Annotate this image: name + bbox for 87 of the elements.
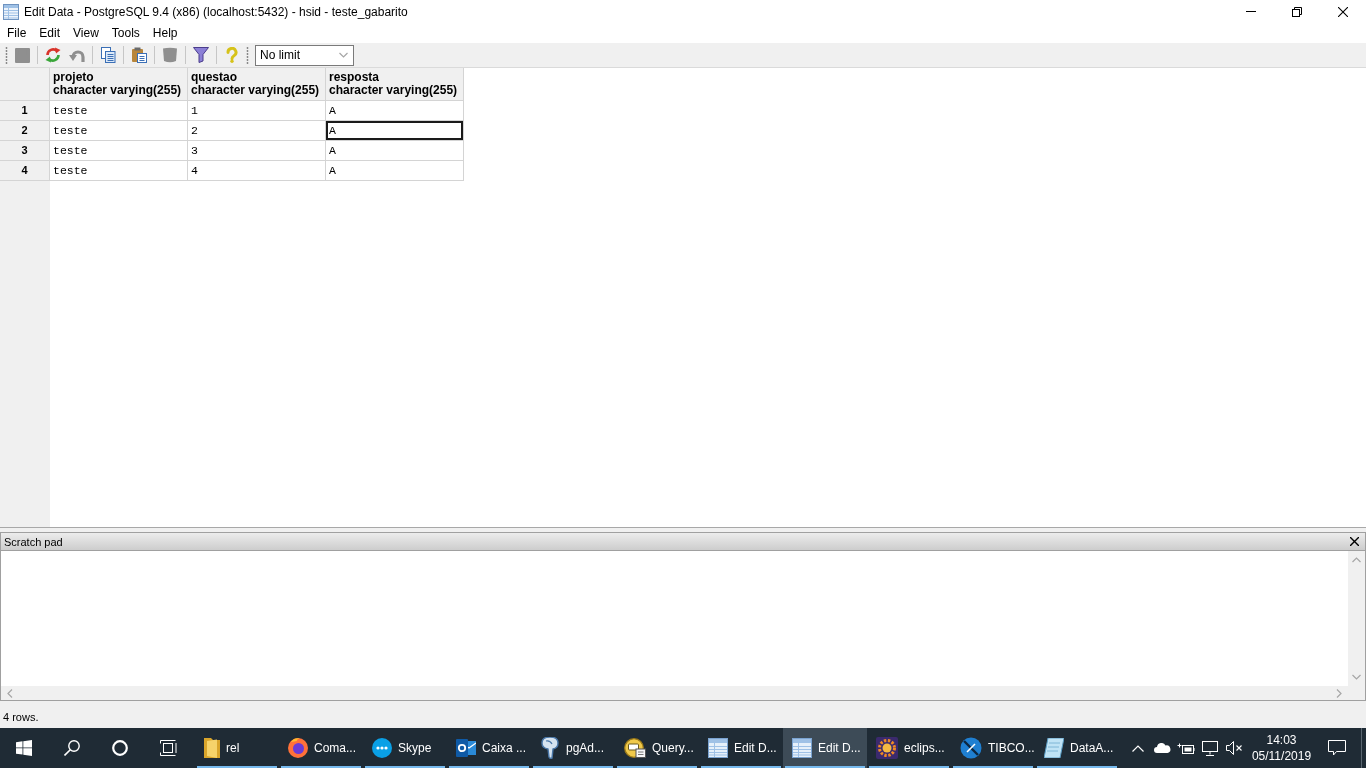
table-icon xyxy=(792,738,812,758)
taskbar-button[interactable]: rel xyxy=(195,728,279,768)
taskbar-button[interactable]: Skype xyxy=(363,728,447,768)
close-icon xyxy=(1338,6,1348,17)
funnel-icon xyxy=(193,47,209,63)
square-icon xyxy=(14,47,30,63)
mail-icon xyxy=(456,739,476,757)
row-header[interactable]: 4 xyxy=(0,161,50,181)
monitor-icon xyxy=(1202,740,1218,756)
chevron-left-icon xyxy=(7,688,13,698)
row-limit-dropdown[interactable]: No limit xyxy=(255,44,354,66)
restore-icon xyxy=(1292,6,1302,17)
close-button[interactable] xyxy=(1348,535,1361,548)
table-cell[interactable]: A xyxy=(326,161,464,181)
pin-icon xyxy=(540,737,560,759)
minimize-icon xyxy=(1246,11,1256,12)
bin-icon xyxy=(163,47,177,63)
table-cell[interactable]: teste xyxy=(50,141,188,161)
search-icon xyxy=(64,740,80,756)
clock-date[interactable]: 05/11/2019 xyxy=(1251,748,1312,764)
chevron-up-icon xyxy=(1352,557,1361,563)
chevron-up-icon xyxy=(1132,744,1144,752)
taskbar-button[interactable]: DataA... xyxy=(1035,728,1119,768)
notification-icon xyxy=(1328,740,1346,756)
column-type: character varying(255) xyxy=(329,84,458,97)
grip-icon[interactable] xyxy=(5,46,8,64)
chevron-down-icon xyxy=(1352,674,1361,680)
close-icon xyxy=(1350,537,1359,546)
table-cell[interactable]: 2 xyxy=(188,121,326,141)
chevron-right-icon xyxy=(1336,688,1342,698)
vertical-scrollbar[interactable] xyxy=(1348,551,1365,686)
sun-tile-icon xyxy=(876,737,898,759)
table-icon xyxy=(708,738,728,758)
table-cell[interactable]: A xyxy=(326,101,464,121)
window-title: Edit Data - PostgreSQL 9.4 (x86) (localhost:5432) - hsid - teste_gabarito xyxy=(24,4,408,19)
clipboard-icon xyxy=(131,47,147,63)
ringed-disc-icon xyxy=(288,738,308,758)
table-cell[interactable]: teste xyxy=(50,161,188,181)
row-header[interactable]: 3 xyxy=(0,141,50,161)
clock-time[interactable]: 14:03 xyxy=(1266,732,1297,748)
status-text: 4 rows. xyxy=(3,711,39,723)
table-cell[interactable]: A xyxy=(326,141,464,161)
battery-icon xyxy=(1177,742,1195,754)
taskbar-button[interactable]: Edit D... xyxy=(699,728,783,768)
column-name: questao xyxy=(191,71,237,84)
crossed-disc-icon xyxy=(960,737,982,759)
document-disc-icon xyxy=(624,738,646,758)
grip-icon[interactable] xyxy=(246,46,249,64)
column-name: projeto xyxy=(53,71,94,84)
taskbar-button[interactable]: Caixa ... xyxy=(447,728,531,768)
taskbar-button[interactable]: Coma... xyxy=(279,728,363,768)
notepad-icon xyxy=(1044,738,1064,758)
taskbar-button[interactable]: Query... xyxy=(615,728,699,768)
question-mark-icon xyxy=(226,47,238,63)
menu-item[interactable]: Help xyxy=(145,23,184,43)
refresh-icon xyxy=(45,47,61,63)
menu-item[interactable]: Tools xyxy=(104,23,146,43)
menu-item[interactable]: File xyxy=(0,23,33,43)
taskbar-button[interactable]: eclips... xyxy=(867,728,951,768)
copy-icon xyxy=(100,47,116,63)
chevron-down-icon xyxy=(339,52,348,58)
ring-icon xyxy=(112,740,128,756)
table-icon xyxy=(3,3,19,20)
row-header[interactable]: 2 xyxy=(0,121,50,141)
table-cell[interactable]: 3 xyxy=(188,141,326,161)
task-view-icon xyxy=(159,740,177,756)
taskbar-button[interactable]: TIBCO... xyxy=(951,728,1035,768)
taskbar-button[interactable]: pgAd... xyxy=(531,728,615,768)
row-header[interactable]: 1 xyxy=(0,101,50,121)
horizontal-scrollbar[interactable] xyxy=(1,686,1348,700)
table-cell[interactable]: A xyxy=(326,121,464,141)
start-icon xyxy=(16,740,32,756)
menu-item[interactable]: View xyxy=(66,23,105,43)
table-cell[interactable]: 4 xyxy=(188,161,326,181)
taskbar-button[interactable]: Edit D... xyxy=(783,728,867,768)
cloud-icon xyxy=(1153,743,1171,753)
column-type: character varying(255) xyxy=(191,84,320,97)
chat-disc-icon xyxy=(372,738,392,758)
column-name: resposta xyxy=(329,71,380,84)
table-cell[interactable]: teste xyxy=(50,101,188,121)
table-cell[interactable]: teste xyxy=(50,121,188,141)
folder-icon xyxy=(204,738,220,758)
undo-icon xyxy=(69,48,85,62)
menu-item[interactable]: Edit xyxy=(32,23,67,43)
column-type: character varying(255) xyxy=(53,84,182,97)
table-cell[interactable]: 1 xyxy=(188,101,326,121)
panel-title: Scratch pad xyxy=(4,535,63,548)
